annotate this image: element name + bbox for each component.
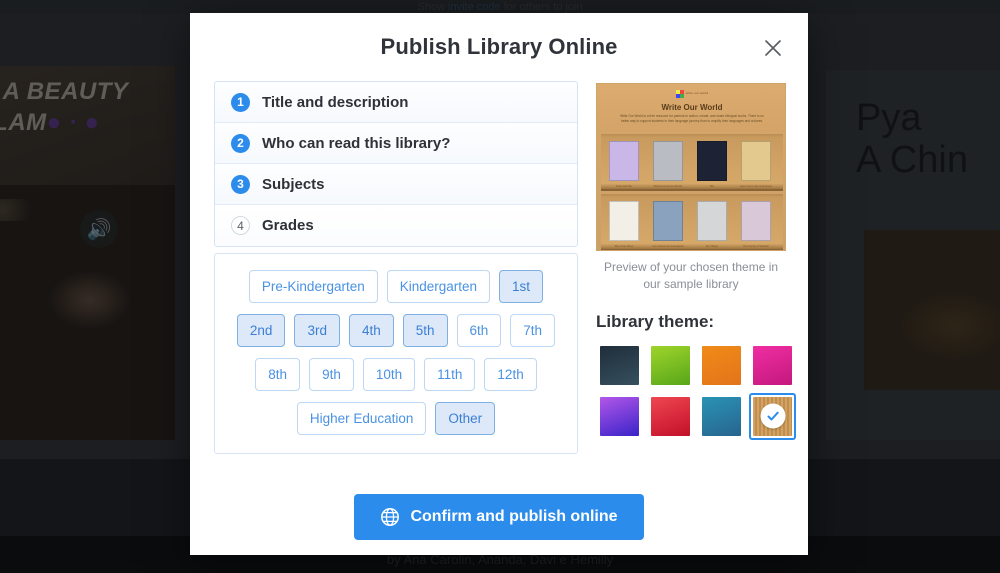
swatch-color	[600, 396, 639, 436]
step-label: Title and description	[262, 93, 409, 111]
page-title: Publish Library Online	[380, 34, 618, 59]
preview-book-caption: My Village	[706, 245, 718, 248]
grade-chip-row: 2nd 3rd 4th 5th 6th 7th	[229, 314, 563, 347]
grade-chip-3rd[interactable]: 3rd	[294, 314, 340, 347]
preview-book-caption: Rice Over Mayo	[614, 245, 634, 248]
theme-swatch-dark-slate[interactable]	[596, 341, 643, 389]
theme-swatch-wood[interactable]	[749, 392, 796, 440]
wizard-step-4[interactable]: 4 Grades	[215, 205, 577, 246]
grade-chip-4th[interactable]: 4th	[348, 314, 394, 347]
preview-book	[609, 201, 639, 241]
theme-swatch-orange[interactable]	[698, 341, 745, 389]
preview-book	[653, 201, 683, 241]
preview-heading: Write Our World	[661, 103, 723, 112]
grade-chip-10th[interactable]: 10th	[362, 358, 416, 391]
swatch-color	[600, 345, 639, 385]
swatch-color	[753, 396, 792, 436]
preview-shelf-2: Rice Over Mayo Los Colores de Guanajuato M…	[601, 194, 783, 250]
dialog-header: Publish Library Online	[190, 13, 808, 81]
swatch-color	[702, 396, 741, 436]
theme-swatch-purple[interactable]	[596, 392, 643, 440]
preview-book	[609, 141, 639, 181]
brand-logo-icon	[675, 89, 684, 98]
step-number-badge: 2	[231, 133, 250, 153]
grade-chip-12th[interactable]: 12th	[484, 358, 537, 391]
publish-library-dialog: Publish Library Online 1 Title and descri…	[190, 13, 808, 555]
grade-chip-1st[interactable]: 1st	[499, 270, 544, 303]
grade-chip-11th[interactable]: 11th	[424, 358, 476, 391]
preview-logo-row: write our world	[597, 84, 785, 102]
step-label: Subjects	[262, 175, 325, 193]
globe-icon	[381, 508, 400, 526]
preview-body-text: Write Our World is a free resource for p…	[620, 114, 764, 123]
preview-book	[697, 201, 727, 241]
step-label: Grades	[262, 217, 314, 234]
dialog-footer: Confirm and publish online	[190, 479, 808, 555]
grade-chip-row: 8th 9th 10th 11th 12th	[229, 358, 563, 391]
wizard-step-1[interactable]: 1 Title and description	[215, 82, 577, 123]
grade-chip-8th[interactable]: 8th	[255, 358, 301, 391]
close-icon[interactable]	[756, 31, 790, 65]
grade-chip-other[interactable]: Other	[435, 402, 496, 435]
preview-book	[741, 141, 771, 181]
preview-caption: Preview of your chosen theme in our samp…	[603, 260, 779, 292]
grade-chip-5th[interactable]: 5th	[402, 314, 448, 347]
confirm-and-publish-button[interactable]: Confirm and publish online	[354, 494, 644, 540]
theme-swatch-grid	[596, 341, 796, 440]
preview-book-caption: The Family of Spanish	[743, 245, 769, 248]
wizard-step-list: 1 Title and description 2 Who can read this…	[214, 81, 578, 247]
preview-book	[741, 201, 771, 241]
preview-book-caption: Los Colores de Guanajuato	[652, 245, 684, 248]
grade-chip-higher-education[interactable]: Higher Education	[296, 402, 427, 435]
grade-chip-9th[interactable]: 9th	[309, 358, 354, 391]
preview-book	[653, 141, 683, 181]
preview-book-caption: Rainbows Across Worlds	[653, 185, 683, 188]
preview-book-caption: How I Get to My Grandma's	[740, 185, 772, 188]
grade-chip-7th[interactable]: 7th	[510, 314, 556, 347]
preview-shelf-1: Draw with Me Rainbows Across Worlds Nila Ho…	[601, 134, 783, 191]
theme-column: write our world Write Our World Write Ou…	[596, 81, 796, 479]
grade-chip-2nd[interactable]: 2nd	[236, 314, 286, 347]
preview-book	[697, 141, 727, 181]
preview-header: write our world Write Our World Write Ou…	[597, 84, 785, 132]
wizard-column: 1 Title and description 2 Who can read this…	[214, 81, 578, 479]
confirm-button-label: Confirm and publish online	[410, 508, 618, 525]
step-number-badge: 4	[231, 216, 250, 235]
grade-chip-row: Higher Education Other	[229, 402, 563, 435]
step-number-badge: 1	[231, 92, 250, 112]
wizard-step-2[interactable]: 2 Who can read this library?	[215, 123, 577, 164]
close-glyph	[765, 40, 781, 56]
preview-book-caption: Draw with Me	[616, 185, 632, 188]
theme-swatch-green[interactable]	[647, 341, 694, 389]
theme-swatch-teal[interactable]	[698, 392, 745, 440]
library-theme-heading: Library theme:	[596, 311, 715, 331]
grade-chip-row: Pre-Kindergarten Kindergarten 1st	[229, 270, 563, 303]
theme-swatch-red[interactable]	[647, 392, 694, 440]
grade-chip-pre-kindergarten[interactable]: Pre-Kindergarten	[248, 270, 378, 303]
swatch-color	[651, 396, 690, 436]
theme-swatch-pink[interactable]	[749, 341, 796, 389]
step-label: Who can read this library?	[262, 134, 451, 152]
swatch-color	[651, 345, 690, 385]
grade-chip-kindergarten[interactable]: Kindergarten	[386, 270, 491, 303]
theme-preview-image: write our world Write Our World Write Ou…	[596, 83, 786, 251]
wizard-step-3[interactable]: 3 Subjects	[215, 164, 577, 205]
step-number-badge: 3	[231, 174, 250, 194]
grade-chip-6th[interactable]: 6th	[456, 314, 502, 347]
swatch-color	[702, 345, 741, 385]
swatch-color	[753, 345, 792, 385]
dialog-body: 1 Title and description 2 Who can read this…	[190, 81, 808, 479]
preview-logo-text: write our world	[685, 90, 709, 95]
check-icon	[760, 403, 785, 429]
preview-book-caption: Nila	[709, 185, 715, 188]
grades-selection-panel: Pre-Kindergarten Kindergarten 1st 2nd 3rd 4th…	[214, 253, 578, 454]
